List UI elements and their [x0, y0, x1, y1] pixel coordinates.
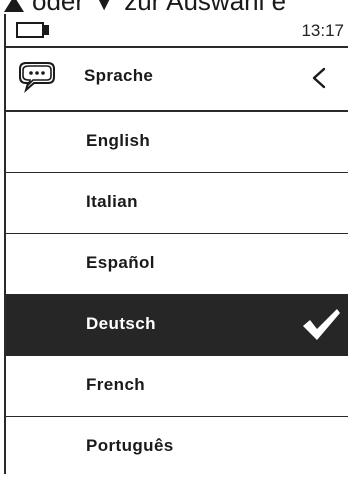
- up-triangle-icon: [4, 0, 24, 12]
- language-label: Español: [86, 253, 155, 272]
- language-item-english[interactable]: English: [6, 112, 348, 173]
- language-label: English: [86, 131, 151, 150]
- speech-bubble-icon: [19, 62, 55, 93]
- checkmark-icon: [303, 309, 340, 340]
- language-item-espanol[interactable]: Español: [6, 234, 348, 295]
- page-title: Sprache: [84, 66, 154, 85]
- language-item-deutsch[interactable]: Deutsch: [6, 295, 348, 356]
- clock: 13:17: [301, 21, 344, 40]
- language-list: English Italian Español Deutsch French P…: [6, 112, 348, 478]
- language-label: Italian: [86, 192, 138, 211]
- language-label: Deutsch: [86, 314, 156, 333]
- status-bar: 13:17: [6, 14, 348, 46]
- chevron-left-icon[interactable]: [302, 60, 338, 96]
- device-screen: 13:17 Sprache English Italian Español De…: [4, 14, 348, 474]
- language-item-italian[interactable]: Italian: [6, 173, 348, 234]
- page-header: Sprache: [6, 48, 348, 110]
- language-label: French: [86, 375, 146, 394]
- language-label: Português: [86, 436, 174, 455]
- battery-icon: [16, 22, 49, 38]
- language-item-french[interactable]: French: [6, 356, 348, 417]
- language-item-portugues[interactable]: Português: [6, 417, 348, 478]
